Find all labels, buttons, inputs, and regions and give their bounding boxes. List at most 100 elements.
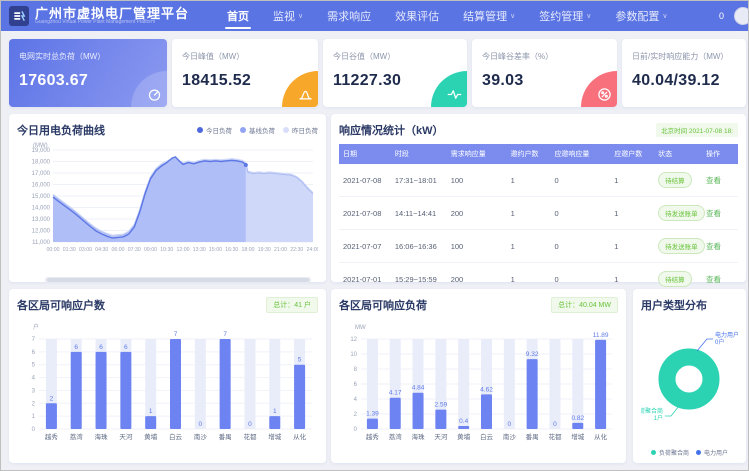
svg-text:6: 6	[32, 350, 36, 356]
nav-item-label: 结算管理	[463, 8, 507, 24]
svg-text:7: 7	[32, 337, 36, 343]
svg-text:从化: 从化	[293, 432, 307, 441]
svg-text:0户: 0户	[715, 338, 724, 346]
svg-text:增城: 增城	[268, 432, 282, 441]
nav-item-label: 首页	[227, 8, 249, 24]
table-header-cell: 应邀户数	[610, 144, 654, 164]
legend-item[interactable]: 基线负荷	[240, 125, 275, 135]
bar	[595, 340, 606, 429]
table-cell: 1	[610, 164, 654, 197]
view-link[interactable]: 查看	[706, 176, 721, 185]
svg-text:11,000: 11,000	[32, 240, 51, 246]
svg-text:荔湾: 荔湾	[389, 432, 403, 441]
bar	[367, 419, 378, 429]
nav-item-0[interactable]: 首页	[215, 1, 261, 31]
table-cell: 16:06~16:36	[391, 230, 447, 263]
svg-text:电力用户: 电力用户	[715, 331, 738, 339]
bar	[572, 423, 583, 429]
table-cell: 100	[447, 164, 507, 197]
kpi-card-1: 今日峰值（MW）18415.52	[172, 39, 318, 107]
kpi-card-0: 电网实时总负荷（MW）17603.67	[9, 39, 167, 107]
legend-item[interactable]: 今日负荷	[197, 125, 232, 135]
table-row: 2021-07-0817:31~18:01100101待结算查看	[339, 164, 738, 197]
chevron-down-icon: ∨	[662, 12, 667, 20]
main-nav: 首页监视∨需求响应效果评估结算管理∨签约管理∨参数配置∨	[215, 1, 680, 31]
district-users-card: 各区局可响应户数 总计：41 户 户012345672越秀6荔湾6海珠6天河1黄…	[9, 289, 326, 463]
table-header-cell: 时段	[391, 144, 447, 164]
svg-text:17,000: 17,000	[32, 171, 51, 177]
svg-text:黄埔: 黄埔	[457, 432, 471, 441]
user-type-card: 用户类型分布 电力用户0户负荷聚合商1户 负荷聚合商电力用户	[633, 289, 746, 463]
svg-text:01:30: 01:30	[63, 247, 76, 253]
svg-text:7: 7	[223, 331, 227, 338]
nav-item-label: 参数配置	[615, 8, 659, 24]
chevron-down-icon: ∨	[298, 12, 303, 20]
svg-text:0.82: 0.82	[571, 415, 584, 422]
nav-item-label: 需求响应	[327, 8, 371, 24]
total-badge: 总计：41 户	[266, 297, 318, 313]
svg-text:6: 6	[124, 344, 128, 351]
nav-item-3[interactable]: 效果评估	[383, 1, 451, 31]
status-badge: 待结算	[658, 172, 692, 188]
nav-item-5[interactable]: 签约管理∨	[527, 1, 603, 31]
svg-text:10: 10	[350, 352, 357, 358]
svg-text:16,000: 16,000	[32, 183, 51, 189]
table-cell: 1	[610, 197, 654, 230]
view-link[interactable]: 查看	[706, 209, 721, 218]
bar	[481, 394, 492, 429]
user-type-donut: 电力用户0户负荷聚合商1户	[641, 313, 738, 441]
svg-text:2: 2	[50, 395, 54, 402]
legend-item[interactable]: 负荷聚合商	[651, 448, 689, 457]
table-row: 2021-07-0716:06~16:36100101待发送账单查看	[339, 230, 738, 263]
svg-text:18:00: 18:00	[242, 247, 255, 253]
table-header-cell: 邀约户数	[507, 144, 551, 164]
svg-text:0: 0	[248, 421, 252, 428]
table-header-cell: 操作	[702, 144, 738, 164]
nav-item-4[interactable]: 结算管理∨	[451, 1, 527, 31]
svg-text:4: 4	[32, 376, 36, 382]
svg-text:7: 7	[174, 331, 178, 338]
table-cell: 200	[447, 197, 507, 230]
chevron-down-icon: ∨	[510, 12, 515, 20]
nav-item-6[interactable]: 参数配置∨	[603, 1, 679, 31]
svg-text:10:30: 10:30	[160, 247, 173, 253]
svg-text:5: 5	[32, 363, 36, 369]
svg-text:6: 6	[74, 344, 78, 351]
svg-text:1.39: 1.39	[366, 411, 379, 418]
legend-item[interactable]: 电力用户	[696, 448, 728, 457]
svg-text:4.84: 4.84	[412, 385, 425, 392]
panel-title: 用户类型分布	[641, 297, 738, 313]
svg-text:12:00: 12:00	[177, 247, 190, 253]
notification-count[interactable]: 0	[719, 11, 724, 21]
svg-text:24:00: 24:00	[307, 247, 318, 253]
nav-item-1[interactable]: 监视∨	[261, 1, 315, 31]
data-zoom-slider[interactable]	[45, 277, 311, 283]
chevron-down-icon: ∨	[586, 12, 591, 20]
user-avatar[interactable]	[734, 7, 749, 25]
svg-text:越秀: 越秀	[366, 432, 380, 441]
view-link[interactable]: 查看	[706, 242, 721, 251]
view-link[interactable]: 查看	[706, 275, 721, 284]
app-title: 广州市虚拟电厂管理平台	[35, 7, 189, 21]
svg-text:南沙: 南沙	[194, 432, 208, 441]
svg-text:14,000: 14,000	[32, 206, 51, 212]
svg-text:07:30: 07:30	[128, 247, 141, 253]
svg-text:3: 3	[32, 388, 36, 394]
legend-item[interactable]: 昨日负荷	[283, 125, 318, 135]
svg-text:11.89: 11.89	[593, 332, 609, 339]
bar	[458, 426, 469, 429]
svg-text:19:30: 19:30	[258, 247, 271, 253]
kpi-card-4: 日前/实时响应能力（MW）40.04/39.12	[622, 39, 746, 107]
header-bar: 广州市虚拟电厂管理平台 Guangzhou Virtual Power Plan…	[1, 1, 748, 31]
district-load-chart: MW0246810121.39越秀4.17荔湾4.84海珠2.59天河0.4黄埔…	[339, 313, 618, 459]
app-logo-icon	[9, 6, 29, 26]
bar	[435, 410, 446, 429]
svg-text:越秀: 越秀	[45, 432, 59, 441]
beijing-time-badge: 北京时间 2021-07-08 18:	[656, 123, 738, 137]
table-cell: 14:11~14:41	[391, 197, 447, 230]
svg-text:2.59: 2.59	[435, 402, 448, 409]
svg-text:负荷聚合商: 负荷聚合商	[641, 407, 663, 415]
nav-item-2[interactable]: 需求响应	[315, 1, 383, 31]
svg-text:15,000: 15,000	[32, 194, 51, 200]
svg-text:00:00: 00:00	[47, 247, 60, 253]
